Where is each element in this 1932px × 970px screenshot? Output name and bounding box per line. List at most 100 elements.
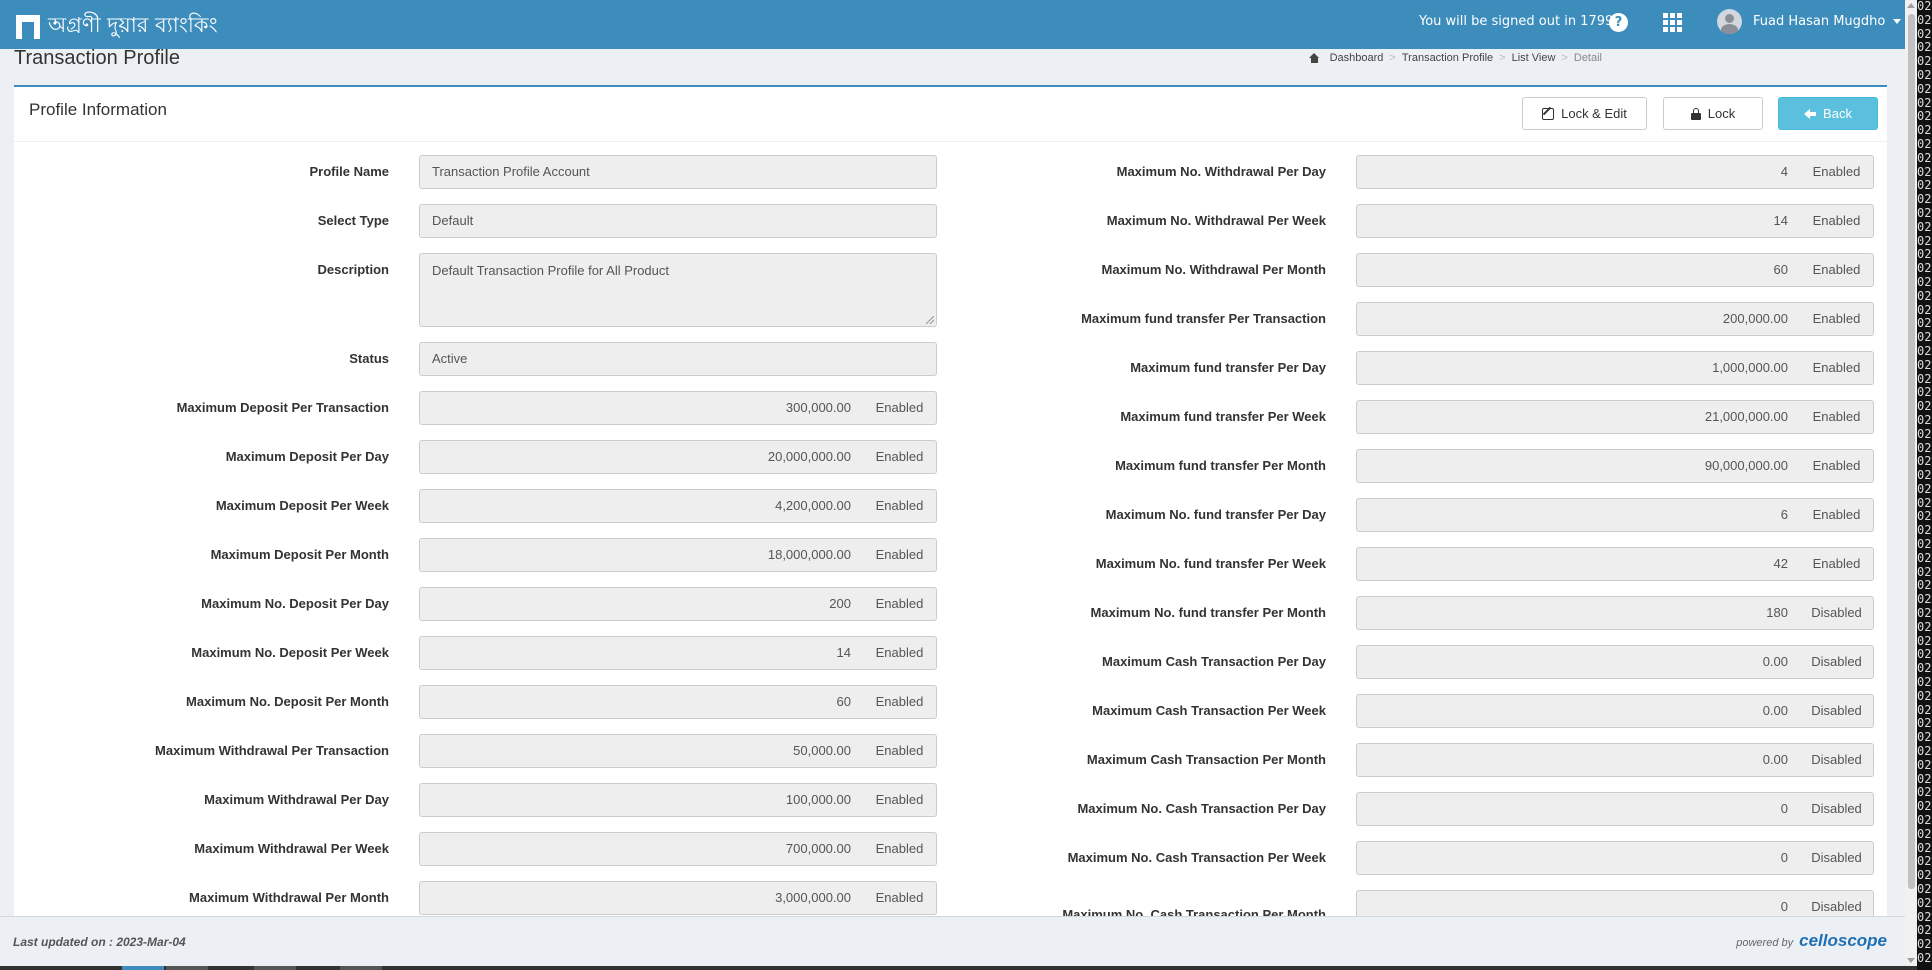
- powered-by-text: powered by: [1736, 937, 1794, 949]
- lock-edit-button[interactable]: Lock & Edit: [1522, 97, 1647, 130]
- scrollbar-thumb[interactable]: [1908, 14, 1915, 889]
- limit-value-field[interactable]: 14: [1356, 204, 1801, 238]
- limit-value-field[interactable]: 0.00: [1356, 743, 1801, 777]
- lock-edit-label: Lock & Edit: [1561, 106, 1627, 121]
- limit-row: Maximum No. Withdrawal Per Day 4 Enabled: [14, 155, 1887, 189]
- page-title: Transaction Profile: [14, 47, 180, 69]
- scroll-down-icon[interactable]: [1907, 958, 1915, 963]
- limit-label: Maximum fund transfer Per Week: [1120, 409, 1326, 424]
- vertical-scrollbar[interactable]: [1905, 0, 1917, 966]
- limit-row: Maximum No. Cash Transaction Per Month 0…: [14, 890, 1887, 916]
- limit-label: Maximum No. Withdrawal Per Week: [1106, 213, 1326, 228]
- limit-label: Maximum No. fund transfer Per Week: [1095, 556, 1326, 571]
- limit-row: Maximum Cash Transaction Per Month 0.00 …: [14, 743, 1887, 777]
- brand-title: অগ্রণী দুয়ার ব্যাংকিং: [48, 13, 218, 37]
- limit-status-addon: Enabled: [1800, 400, 1874, 434]
- limit-row: Maximum No. Cash Transaction Per Week 0 …: [14, 841, 1887, 875]
- powered-by[interactable]: powered by celloscope: [1736, 931, 1887, 951]
- session-timeout-text: You will be signed out in 1799s: [1419, 14, 1621, 29]
- limit-row: Maximum No. Withdrawal Per Week 14 Enabl…: [14, 204, 1887, 238]
- limit-status-addon: Enabled: [1800, 302, 1874, 336]
- lock-icon: [1690, 107, 1701, 120]
- scroll-up-icon[interactable]: [1907, 3, 1915, 8]
- limit-row: Maximum No. fund transfer Per Day 6 Enab…: [14, 498, 1887, 532]
- breadcrumb: Dashboard > Transaction Profile > List V…: [1308, 52, 1602, 64]
- limit-row: Maximum fund transfer Per Month 90,000,0…: [14, 449, 1887, 483]
- brand[interactable]: অগ্রণী দুয়ার ব্যাংকিং: [16, 9, 218, 44]
- limit-value-field[interactable]: 4: [1356, 155, 1801, 189]
- limit-value-field[interactable]: 60: [1356, 253, 1801, 287]
- back-button[interactable]: Back: [1778, 97, 1878, 130]
- user-menu[interactable]: Fuad Hasan Mugdho: [1717, 9, 1902, 34]
- limit-row: Maximum fund transfer Per Day 1,000,000.…: [14, 351, 1887, 385]
- limit-status-addon: Disabled: [1800, 645, 1874, 679]
- breadcrumb-dashboard[interactable]: Dashboard: [1330, 52, 1384, 64]
- limit-label: Maximum fund transfer Per Month: [1115, 458, 1326, 473]
- limit-status-addon: Enabled: [1800, 155, 1874, 189]
- edge-strip: 02 02 02 02 02 02 02 02 02 02 02 02 02 02 02 02 02 02 02 0…: [1917, 0, 1932, 970]
- edit-icon: [1542, 107, 1555, 120]
- breadcrumb-list-view[interactable]: List View: [1512, 52, 1556, 64]
- limit-label: Maximum No. Cash Transaction Per Week: [1067, 850, 1326, 865]
- limit-label: Maximum fund transfer Per Transaction: [1081, 311, 1326, 326]
- taskbar-strip: [0, 966, 1917, 970]
- limit-row: Maximum No. Cash Transaction Per Day 0 D…: [14, 792, 1887, 826]
- arrow-left-icon: [1804, 108, 1817, 119]
- limit-row: Maximum No. fund transfer Per Month 180 …: [14, 596, 1887, 630]
- breadcrumb-transaction-profile[interactable]: Transaction Profile: [1402, 52, 1493, 64]
- limit-value-field[interactable]: 0.00: [1356, 694, 1801, 728]
- limit-label: Maximum Cash Transaction Per Day: [1102, 654, 1326, 669]
- limit-value-field[interactable]: 0.00: [1356, 645, 1801, 679]
- top-navbar: অগ্রণী দুয়ার ব্যাংকিং You will be signe…: [0, 0, 1905, 49]
- brand-logo-icon: [16, 14, 40, 39]
- limit-status-addon: Enabled: [1800, 253, 1874, 287]
- limit-row: Maximum Cash Transaction Per Day 0.00 Di…: [14, 645, 1887, 679]
- limit-status-addon: Enabled: [1800, 204, 1874, 238]
- limit-status-addon: Disabled: [1800, 792, 1874, 826]
- limit-status-addon: Enabled: [1800, 449, 1874, 483]
- limit-row: Maximum fund transfer Per Transaction 20…: [14, 302, 1887, 336]
- limit-value-field[interactable]: 90,000,000.00: [1356, 449, 1801, 483]
- help-icon[interactable]: ?: [1609, 13, 1628, 32]
- limit-value-field[interactable]: 1,000,000.00: [1356, 351, 1801, 385]
- limit-status-addon: Enabled: [1800, 547, 1874, 581]
- back-label: Back: [1823, 106, 1852, 121]
- lock-label: Lock: [1707, 106, 1736, 121]
- limit-value-field[interactable]: 0: [1356, 890, 1801, 916]
- limit-label: Maximum Cash Transaction Per Month: [1086, 752, 1326, 767]
- limit-label: Maximum No. Withdrawal Per Day: [1116, 164, 1326, 179]
- limit-value-field[interactable]: 6: [1356, 498, 1801, 532]
- limit-label: Maximum No. Cash Transaction Per Day: [1077, 801, 1326, 816]
- vendor-logo: celloscope: [1799, 931, 1887, 950]
- limit-value-field[interactable]: 180: [1356, 596, 1801, 630]
- limit-label: Maximum fund transfer Per Day: [1130, 360, 1326, 375]
- footer: Last updated on : 2023-Mar-04 powered by…: [0, 916, 1905, 966]
- limit-value-field[interactable]: 21,000,000.00: [1356, 400, 1801, 434]
- breadcrumb-detail: Detail: [1573, 52, 1602, 64]
- box-title: Profile Information: [29, 100, 167, 119]
- box-header: Profile Information Lock & Edit Lock Bac…: [14, 87, 1887, 142]
- limit-status-addon: Disabled: [1800, 890, 1874, 916]
- limit-value-field[interactable]: 0: [1356, 792, 1801, 826]
- limit-row: Maximum Cash Transaction Per Week 0.00 D…: [14, 694, 1887, 728]
- lock-button[interactable]: Lock: [1663, 97, 1763, 130]
- limit-status-addon: Enabled: [1800, 498, 1874, 532]
- limit-value-field[interactable]: 42: [1356, 547, 1801, 581]
- limit-value-field[interactable]: 200,000.00: [1356, 302, 1801, 336]
- limit-label: Maximum No. fund transfer Per Day: [1105, 507, 1326, 522]
- profile-information-box: Profile Information Lock & Edit Lock Bac…: [14, 85, 1887, 916]
- limit-label: Maximum No. fund transfer Per Month: [1090, 605, 1326, 620]
- limit-row: Maximum No. Withdrawal Per Month 60 Enab…: [14, 253, 1887, 287]
- limit-value-field[interactable]: 0: [1356, 841, 1801, 875]
- limit-status-addon: Enabled: [1800, 351, 1874, 385]
- limit-label: Maximum No. Cash Transaction Per Month: [1062, 907, 1326, 916]
- limit-status-addon: Disabled: [1800, 694, 1874, 728]
- limit-status-addon: Disabled: [1800, 841, 1874, 875]
- caret-down-icon: [1893, 19, 1902, 24]
- limit-label: Maximum No. Withdrawal Per Month: [1101, 262, 1326, 277]
- home-icon[interactable]: [1308, 53, 1320, 63]
- limit-status-addon: Disabled: [1800, 596, 1874, 630]
- limit-row: Maximum fund transfer Per Week 21,000,00…: [14, 400, 1887, 434]
- last-updated-text: Last updated on : 2023-Mar-04: [13, 935, 186, 949]
- apps-grid-icon[interactable]: [1663, 13, 1682, 32]
